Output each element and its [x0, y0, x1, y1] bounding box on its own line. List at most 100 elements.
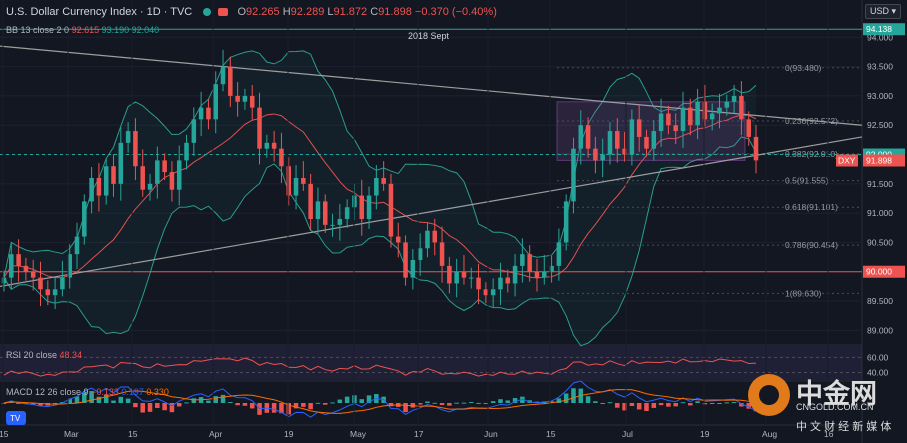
fib-level-label: 0.786(90.454): [785, 240, 838, 250]
time-tick-label: Apr: [209, 429, 222, 439]
rsi-legend[interactable]: RSI 20 close 48.34: [6, 350, 82, 360]
time-tick-label: 15: [546, 429, 556, 439]
candle-body: [607, 131, 613, 155]
candle-body: [374, 177, 379, 196]
macd-histogram-bar: [140, 403, 145, 413]
macd-histogram-bar: [615, 403, 620, 408]
candle-body: [476, 277, 481, 290]
candle-body: [125, 131, 131, 143]
candle-body: [695, 101, 700, 126]
fib-level-label: 0(93.480): [785, 63, 822, 73]
bb-legend-label: BB 13 close 2 0: [6, 25, 70, 35]
candle-body: [118, 142, 124, 184]
candle-body: [286, 166, 292, 196]
bb-mid-value: 92.615: [71, 25, 100, 35]
macd-histogram-bar: [118, 396, 124, 403]
candle-body: [213, 84, 218, 120]
candle-body: [593, 148, 598, 161]
candle-body: [542, 271, 547, 278]
candle-body: [490, 289, 496, 296]
candle-body: [636, 119, 642, 137]
candle-body: [753, 136, 759, 161]
currency-button[interactable]: USD ▾: [864, 4, 901, 19]
macd-histogram-bar: [403, 403, 408, 413]
macd-histogram-bar: [724, 402, 730, 404]
macd-histogram-bar: [133, 403, 138, 408]
close-value: 91.898: [378, 6, 412, 18]
macd-histogram-bar: [432, 402, 438, 404]
macd-histogram-bar: [308, 403, 313, 410]
macd-histogram-bar: [666, 403, 671, 407]
candle-body: [563, 201, 569, 243]
fib-level-label: 0.382(92.010): [785, 149, 838, 159]
candle-body: [556, 242, 562, 266]
candle-body: [82, 201, 87, 237]
status-dot-icon: [203, 8, 212, 17]
macd-histogram-bar: [702, 403, 708, 405]
bb-lower-value: 92.040: [131, 25, 160, 35]
macd-histogram-bar: [629, 403, 635, 406]
macd-histogram-bar: [461, 402, 467, 404]
macd-histogram-bar: [271, 403, 277, 413]
macd-histogram-bar: [425, 401, 430, 403]
candle-body: [45, 289, 51, 296]
candle-body: [337, 218, 343, 225]
candle-body: [96, 177, 102, 196]
fib-level-label: 0.618(91.101): [785, 202, 838, 212]
open-value: 92.265: [246, 6, 280, 18]
candle-body: [30, 271, 36, 278]
cngold-logo-inner-icon: [759, 385, 779, 405]
high-label: H: [282, 6, 291, 18]
macd-histogram-bar: [505, 400, 511, 403]
macd-histogram-bar: [673, 403, 678, 407]
time-tick-label: 15: [0, 429, 9, 439]
candle-body: [520, 254, 525, 266]
candle-body: [308, 183, 313, 219]
price-tick-label: 92.500: [867, 120, 893, 130]
candle-body: [534, 271, 540, 278]
price-tick-label: 93.000: [867, 91, 893, 101]
macd-value-2: 0.197: [121, 387, 144, 397]
macd-histogram-bar: [191, 398, 197, 403]
candle-body: [293, 177, 299, 196]
fib-level-label: 0.5(91.555): [785, 176, 829, 186]
macd-legend[interactable]: MACD 12 26 close 9 −0.133 0.197 0.330: [6, 387, 169, 397]
price-tick-label: 93.500: [867, 62, 893, 72]
candle-body: [344, 207, 350, 219]
candle-body: [461, 271, 467, 278]
candle-body: [147, 183, 153, 190]
candle-body: [206, 107, 211, 120]
candle-body: [322, 201, 328, 225]
open-label: O: [237, 6, 246, 18]
candle-body: [403, 242, 408, 278]
candle-body: [176, 160, 182, 190]
macd-histogram-bar: [162, 403, 167, 411]
candle-body: [271, 142, 277, 149]
macd-histogram-bar: [717, 403, 722, 404]
candle-body: [615, 131, 620, 149]
fib-level-label: 1(89.630): [785, 288, 822, 298]
macd-legend-label: MACD 12 26 close 9: [6, 387, 89, 397]
candle-body: [191, 119, 197, 143]
sept-annotation: 2018 Sept: [408, 31, 450, 41]
approx-icon: [218, 8, 229, 17]
dxy-tag-label: DXY: [838, 155, 856, 165]
candle-body: [140, 166, 145, 190]
time-tick-label: 17: [414, 429, 424, 439]
candle-body: [483, 289, 489, 296]
time-tick-label: Aug: [762, 429, 777, 439]
candle-body: [717, 107, 722, 114]
candle-body: [432, 230, 438, 243]
price-tag-label: 90.000: [866, 267, 892, 277]
close-label: C: [370, 6, 379, 18]
symbol-title[interactable]: U.S. Dollar Currency Index · 1D · TVC: [6, 6, 192, 18]
candle-body: [111, 166, 116, 184]
candle-body: [381, 177, 386, 184]
candle-body: [578, 125, 584, 149]
macd-histogram-bar: [585, 396, 591, 403]
macd-histogram-bar: [213, 396, 218, 403]
bb-legend[interactable]: BB 13 close 2 0 92.615 93.190 92.040: [6, 25, 159, 35]
candle-body: [505, 277, 511, 284]
time-tick-label: 19: [284, 429, 294, 439]
macd-histogram-bar: [498, 399, 503, 403]
